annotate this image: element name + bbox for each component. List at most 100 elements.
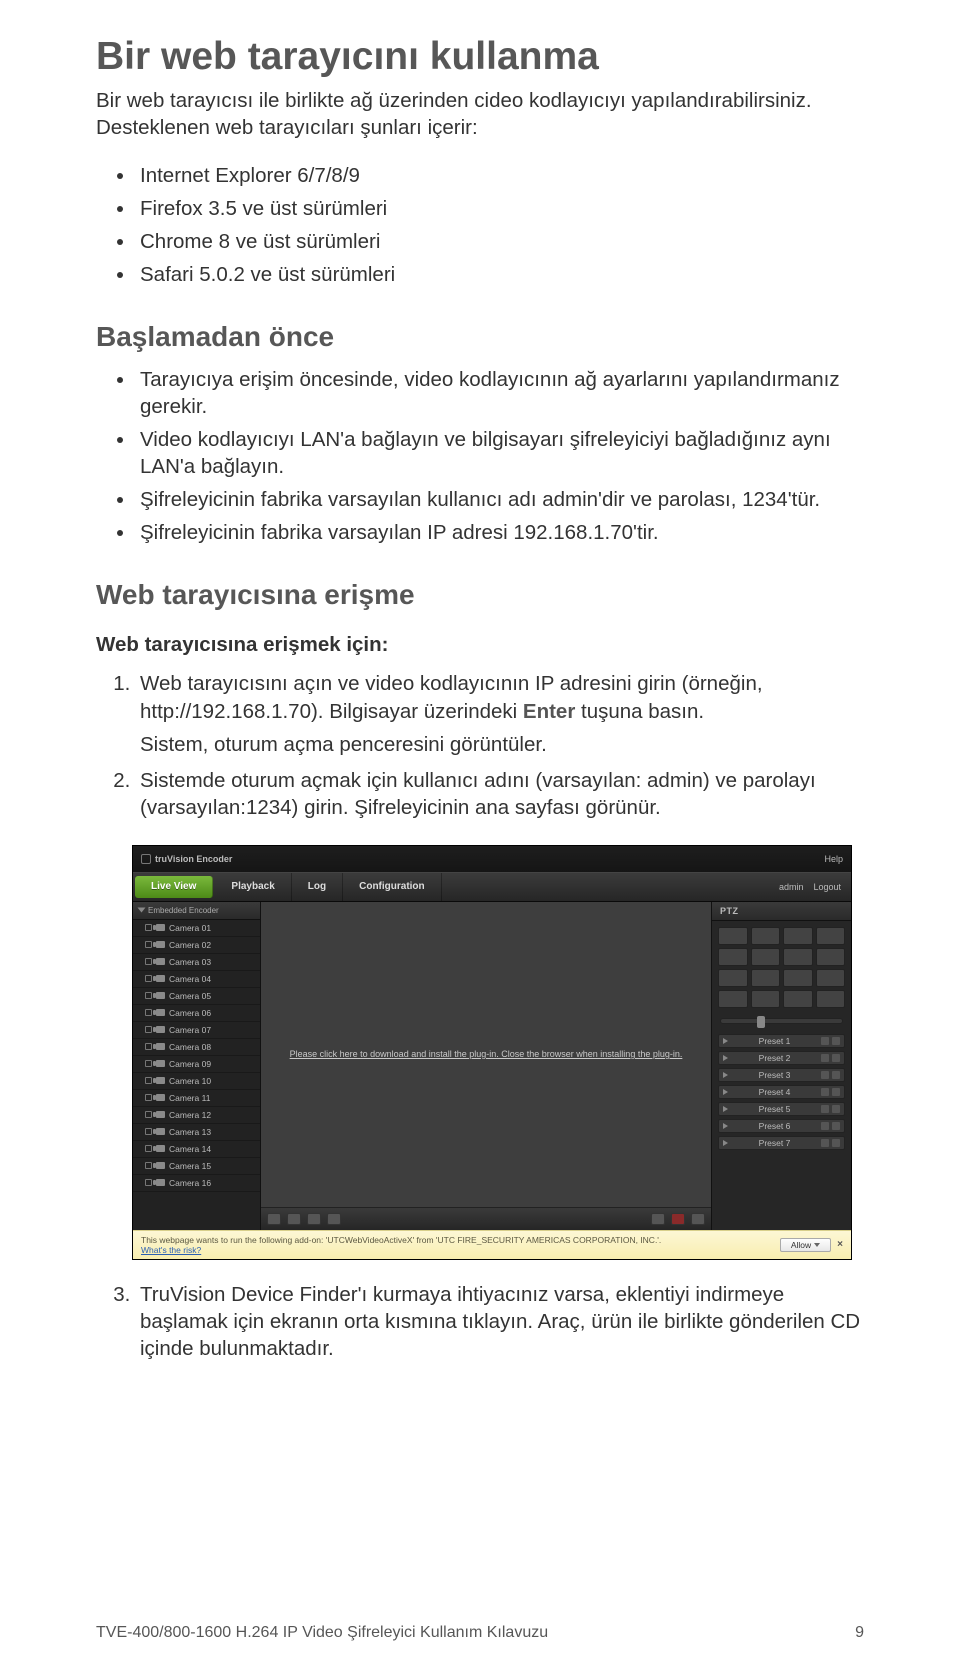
browser-list: Internet Explorer 6/7/8/9 Firefox 3.5 ve… bbox=[96, 159, 864, 291]
preset-row[interactable]: Preset 3 bbox=[718, 1068, 845, 1082]
camera-item[interactable]: Camera 09 bbox=[133, 1056, 260, 1073]
play-icon bbox=[723, 1038, 728, 1044]
camera-icon bbox=[156, 1094, 165, 1101]
user-label: admin bbox=[779, 882, 804, 892]
preset-row[interactable]: Preset 6 bbox=[718, 1119, 845, 1133]
preset-set-icon[interactable] bbox=[832, 1105, 840, 1113]
camera-item[interactable]: Camera 02 bbox=[133, 937, 260, 954]
ptz-iris-open-icon[interactable] bbox=[718, 990, 748, 1008]
camera-item[interactable]: Camera 16 bbox=[133, 1175, 260, 1192]
stop-all-icon[interactable] bbox=[691, 1213, 705, 1225]
list-item: Firefox 3.5 ve üst sürümleri bbox=[136, 192, 864, 225]
play-icon bbox=[723, 1140, 728, 1146]
camera-item[interactable]: Camera 05 bbox=[133, 988, 260, 1005]
preset-row[interactable]: Preset 1 bbox=[718, 1034, 845, 1048]
camera-icon bbox=[156, 1179, 165, 1186]
preset-set-icon[interactable] bbox=[832, 1037, 840, 1045]
preset-call-icon[interactable] bbox=[821, 1139, 829, 1147]
camera-icon bbox=[156, 1162, 165, 1169]
camera-item[interactable]: Camera 07 bbox=[133, 1022, 260, 1039]
ptz-down-left-icon[interactable] bbox=[718, 969, 748, 987]
camera-item[interactable]: Camera 10 bbox=[133, 1073, 260, 1090]
camera-label: Camera 10 bbox=[169, 1076, 211, 1086]
logout-link[interactable]: Logout bbox=[813, 882, 841, 892]
camera-item[interactable]: Camera 08 bbox=[133, 1039, 260, 1056]
ptz-focus-icon[interactable] bbox=[816, 969, 846, 987]
ptz-right-icon[interactable] bbox=[783, 948, 813, 966]
preset-row[interactable]: Preset 2 bbox=[718, 1051, 845, 1065]
preset-row[interactable]: Preset 5 bbox=[718, 1102, 845, 1116]
brand-text: truVision Encoder bbox=[155, 854, 232, 864]
camera-item[interactable]: Camera 11 bbox=[133, 1090, 260, 1107]
ptz-up-right-icon[interactable] bbox=[783, 927, 813, 945]
play-icon bbox=[723, 1106, 728, 1112]
camera-label: Camera 05 bbox=[169, 991, 211, 1001]
ptz-zoom-in-icon[interactable] bbox=[816, 927, 846, 945]
camera-item[interactable]: Camera 01 bbox=[133, 920, 260, 937]
ptz-wiper-icon[interactable] bbox=[816, 990, 846, 1008]
tab-playback[interactable]: Playback bbox=[215, 873, 291, 901]
tab-live-view[interactable]: Live View bbox=[135, 876, 213, 898]
preset-call-icon[interactable] bbox=[821, 1088, 829, 1096]
embedded-screenshot: truVision Encoder Help Live View Playbac… bbox=[96, 845, 864, 1260]
preset-row[interactable]: Preset 4 bbox=[718, 1085, 845, 1099]
camera-icon bbox=[156, 924, 165, 931]
preset-set-icon[interactable] bbox=[832, 1071, 840, 1079]
camera-item[interactable]: Camera 15 bbox=[133, 1158, 260, 1175]
ptz-light-icon[interactable] bbox=[783, 990, 813, 1008]
preset-set-icon[interactable] bbox=[832, 1139, 840, 1147]
help-link[interactable]: Help bbox=[824, 854, 843, 864]
preset-set-icon[interactable] bbox=[832, 1054, 840, 1062]
close-icon[interactable]: × bbox=[837, 1239, 843, 1250]
camera-icon bbox=[156, 1060, 165, 1067]
intro-text: Bir web tarayıcısı ile birlikte ağ üzeri… bbox=[96, 87, 864, 141]
ptz-down-icon[interactable] bbox=[751, 969, 781, 987]
preset-label: Preset 5 bbox=[759, 1104, 791, 1114]
ptz-left-icon[interactable] bbox=[718, 948, 748, 966]
tab-configuration[interactable]: Configuration bbox=[343, 873, 442, 901]
preset-call-icon[interactable] bbox=[821, 1122, 829, 1130]
layout-16-icon[interactable] bbox=[327, 1213, 341, 1225]
camera-icon bbox=[156, 1077, 165, 1084]
preset-call-icon[interactable] bbox=[821, 1071, 829, 1079]
camera-item[interactable]: Camera 13 bbox=[133, 1124, 260, 1141]
ptz-speed-slider[interactable] bbox=[720, 1018, 843, 1024]
ptz-up-icon[interactable] bbox=[751, 927, 781, 945]
ie-risk-link[interactable]: What's the risk? bbox=[141, 1245, 661, 1255]
layout-4-icon[interactable] bbox=[287, 1213, 301, 1225]
preset-set-icon[interactable] bbox=[832, 1122, 840, 1130]
layout-1-icon[interactable] bbox=[267, 1213, 281, 1225]
camera-icon bbox=[156, 1026, 165, 1033]
ptz-zoom-out-icon[interactable] bbox=[816, 948, 846, 966]
preset-call-icon[interactable] bbox=[821, 1105, 829, 1113]
preset-set-icon[interactable] bbox=[832, 1088, 840, 1096]
step-2: Sistemde oturum açmak için kullanıcı adı… bbox=[136, 764, 864, 827]
ptz-iris-close-icon[interactable] bbox=[751, 990, 781, 1008]
ie-allow-button[interactable]: Allow bbox=[780, 1238, 831, 1252]
camera-item[interactable]: Camera 04 bbox=[133, 971, 260, 988]
tab-log[interactable]: Log bbox=[292, 873, 343, 901]
preset-call-icon[interactable] bbox=[821, 1054, 829, 1062]
record-button-icon[interactable] bbox=[671, 1213, 685, 1225]
camera-item[interactable]: Camera 03 bbox=[133, 954, 260, 971]
preset-call-icon[interactable] bbox=[821, 1037, 829, 1045]
layout-9-icon[interactable] bbox=[307, 1213, 321, 1225]
preset-row[interactable]: Preset 7 bbox=[718, 1136, 845, 1150]
preset-label: Preset 1 bbox=[759, 1036, 791, 1046]
camera-item[interactable]: Camera 12 bbox=[133, 1107, 260, 1124]
steps-list-continued: TruVision Device Finder'ı kurmaya ihtiya… bbox=[96, 1278, 864, 1368]
record-icon bbox=[145, 1026, 152, 1033]
camera-item[interactable]: Camera 06 bbox=[133, 1005, 260, 1022]
sidebar-group-title[interactable]: Embedded Encoder bbox=[133, 902, 260, 920]
video-area: Please click here to download and instal… bbox=[261, 902, 711, 1208]
camera-label: Camera 14 bbox=[169, 1144, 211, 1154]
snapshot-icon[interactable] bbox=[651, 1213, 665, 1225]
play-icon bbox=[723, 1055, 728, 1061]
ptz-auto-icon[interactable] bbox=[751, 948, 781, 966]
plugin-download-link[interactable]: Please click here to download and instal… bbox=[290, 1048, 683, 1061]
ptz-up-left-icon[interactable] bbox=[718, 927, 748, 945]
preset-label: Preset 3 bbox=[759, 1070, 791, 1080]
preset-label: Preset 4 bbox=[759, 1087, 791, 1097]
camera-item[interactable]: Camera 14 bbox=[133, 1141, 260, 1158]
ptz-down-right-icon[interactable] bbox=[783, 969, 813, 987]
